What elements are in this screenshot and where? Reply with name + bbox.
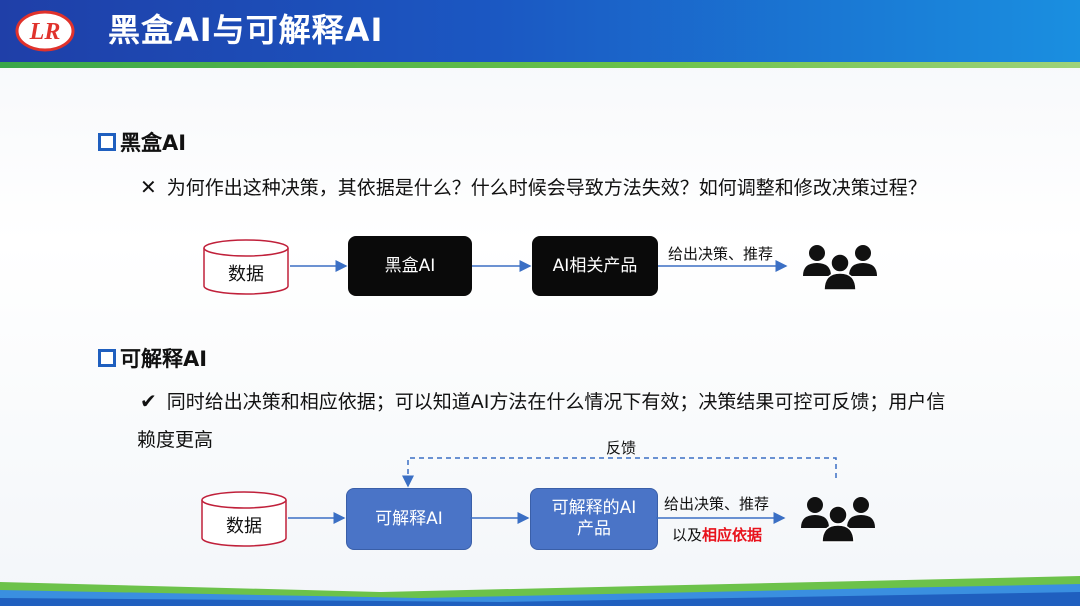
blackbox-question-line: ✕ 为何作出这种决策，其依据是什么？什么时候会导致方法失效？如何调整和修改决策过程… <box>140 173 927 200</box>
explainable-product-box: 可解释的AI 产品 <box>530 488 658 550</box>
blackbox-question-text: 为何作出这种决策，其依据是什么？什么时候会导致方法失效？如何调整和修改决策过程？ <box>166 177 927 199</box>
feedback-label: 反馈 <box>606 439 637 457</box>
users-group-icon <box>803 245 877 291</box>
output-highlight: 相应依据 <box>702 526 763 544</box>
data-label-1: 数据 <box>228 264 264 285</box>
blackbox-output-label: 给出决策、推荐 <box>668 245 774 263</box>
logo-text: LR <box>29 19 61 45</box>
section-heading-blackbox: 黑盒AI <box>98 127 186 157</box>
square-bullet-icon <box>98 349 116 367</box>
explainable-product-line2: 产品 <box>577 519 611 539</box>
data-cylinder-1: 数据 <box>202 238 290 296</box>
explainable-text-1: 同时给出决策和相应依据；可以知道AI方法在什么情况下有效；决策结果可控可反馈；用… <box>166 391 946 413</box>
ai-product-box: AI相关产品 <box>532 236 658 296</box>
footer-decoration <box>0 576 1080 606</box>
blackbox-ai-box: 黑盒AI <box>348 236 472 296</box>
feedback-loop-arrow <box>402 457 837 488</box>
explainable-output-label: 给出决策、推荐 <box>664 495 770 513</box>
x-mark-icon: ✕ <box>140 175 157 199</box>
data-label-2: 数据 <box>226 516 262 537</box>
users-group-icon <box>801 497 875 543</box>
output-prefix: 以及 <box>672 526 703 544</box>
page-title: 黑盒AI与可解释AI <box>108 11 384 49</box>
company-logo: LR <box>15 10 75 52</box>
check-mark-icon: ✔ <box>140 389 157 413</box>
explainable-output-basis: 以及相应依据 <box>672 524 762 545</box>
explainable-ai-box: 可解释AI <box>346 488 472 550</box>
blackbox-heading-text: 黑盒AI <box>120 131 187 155</box>
explainable-product-line1: 可解释的AI <box>551 498 637 518</box>
explainable-description-line2: 赖度更高 <box>137 429 214 451</box>
explainable-heading-text: 可解释AI <box>120 347 208 371</box>
square-bullet-icon <box>98 133 116 151</box>
data-cylinder-2: 数据 <box>200 490 288 548</box>
header-stripe <box>0 62 1080 68</box>
section-heading-explainable: 可解释AI <box>98 343 207 373</box>
explainable-description-line1: ✔ 同时给出决策和相应依据；可以知道AI方法在什么情况下有效；决策结果可控可反馈；… <box>140 387 945 414</box>
